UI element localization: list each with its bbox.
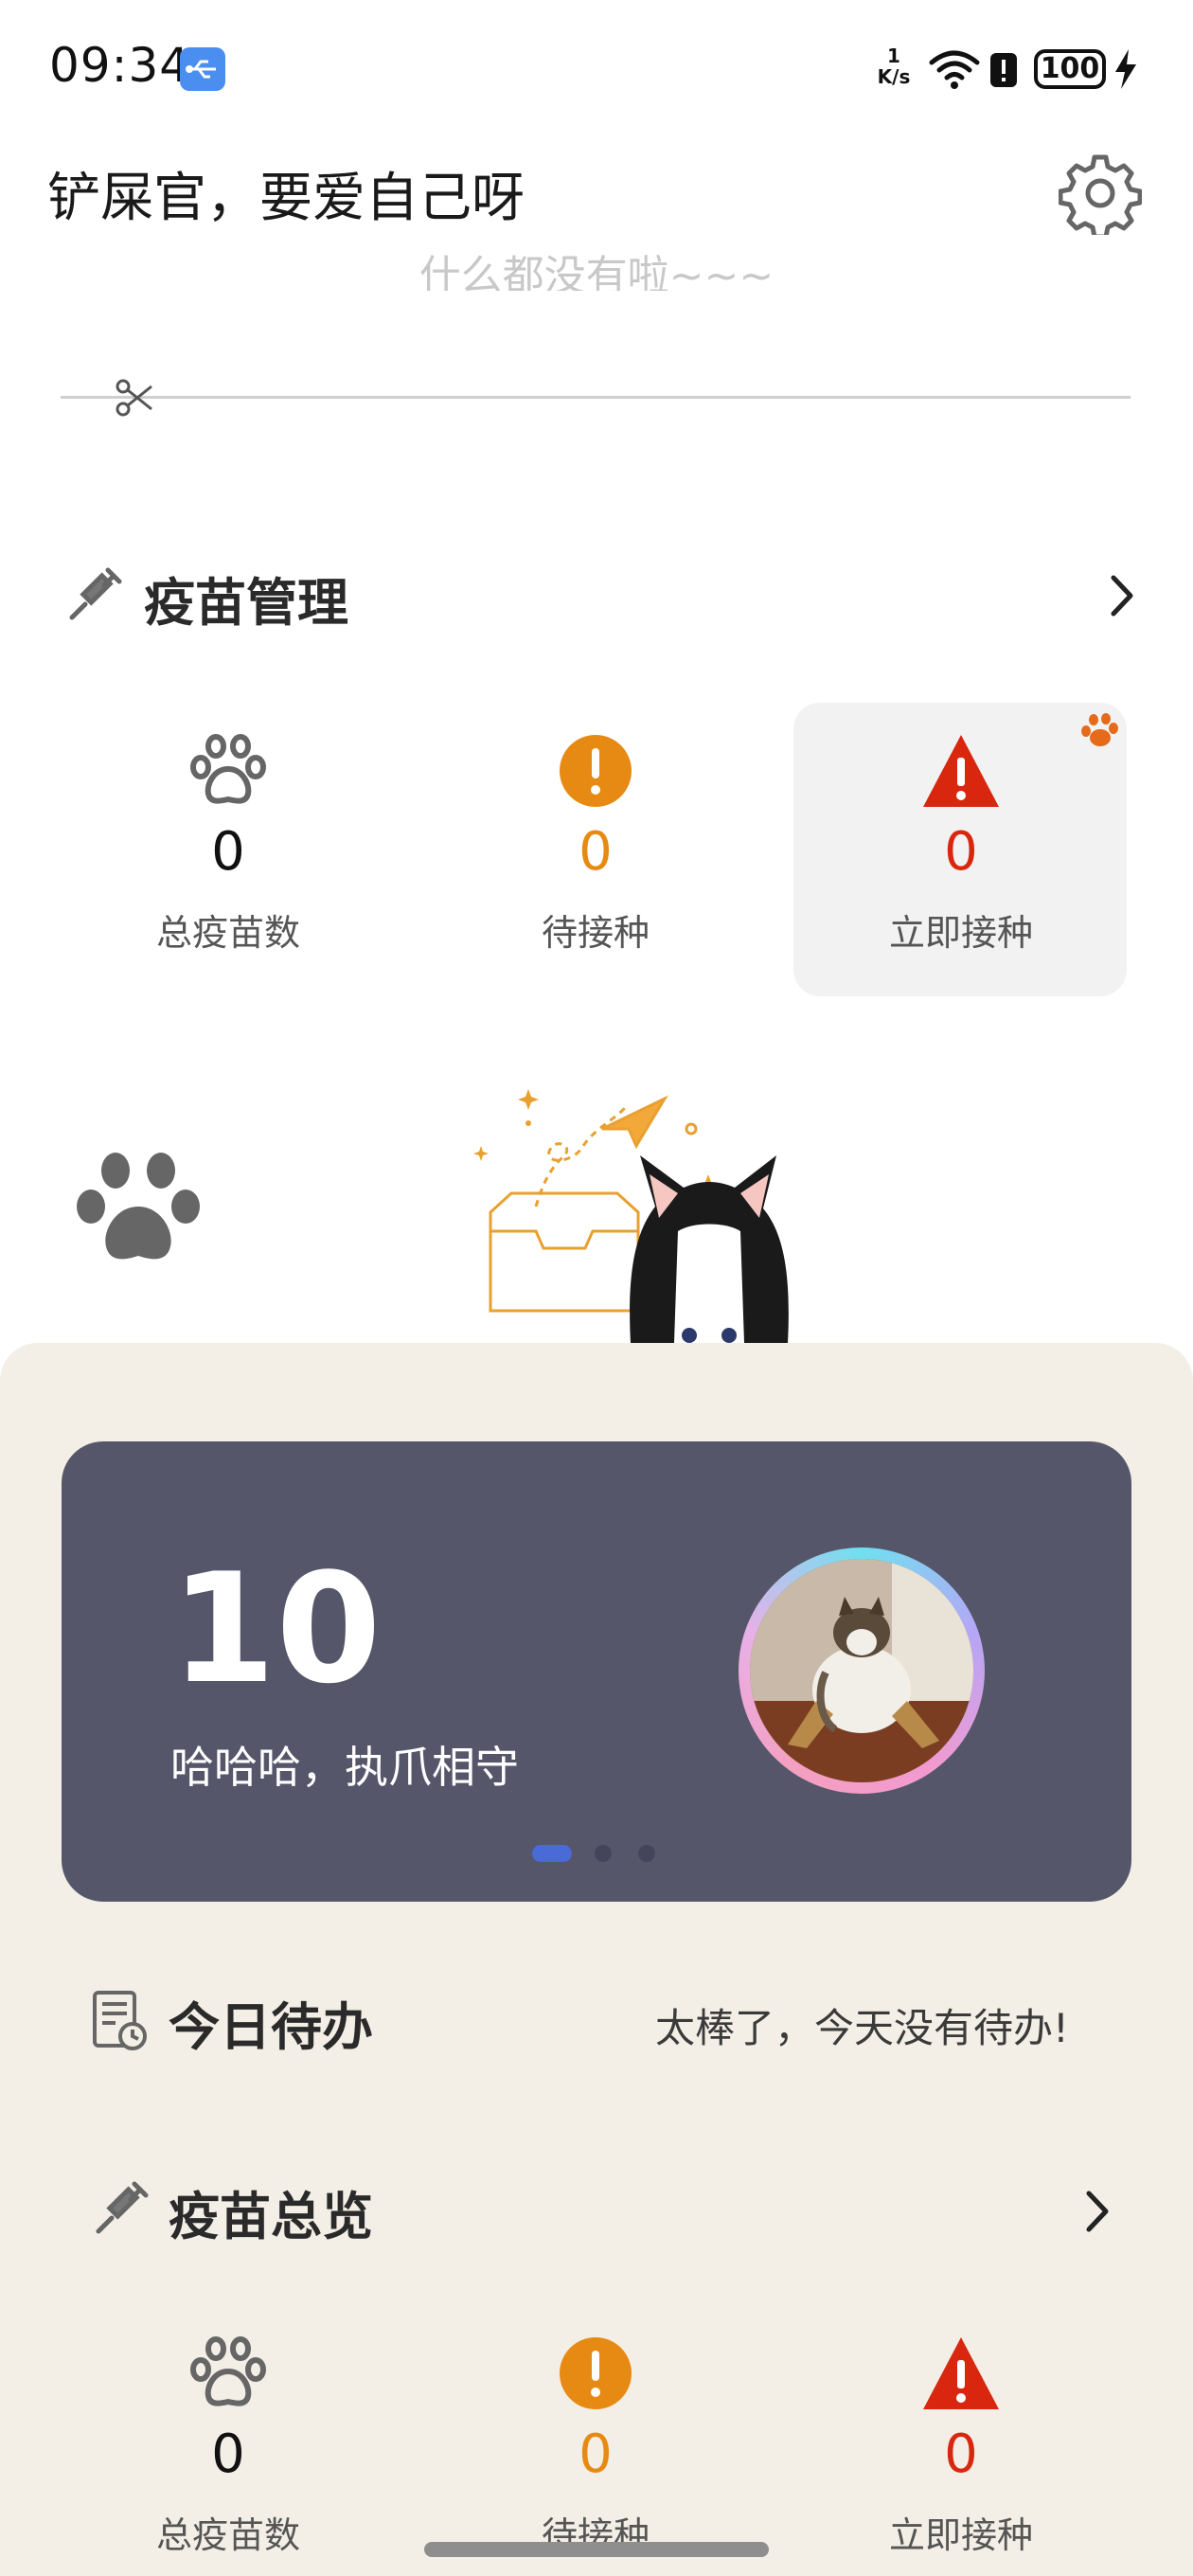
exclamation-circle-icon xyxy=(560,2337,632,2409)
stat-value: 0 xyxy=(579,821,613,883)
overview-pending-vaccines[interactable]: 0 待接种 xyxy=(430,2335,761,2558)
todo-empty-message: 太棒了，今天没有待办! xyxy=(655,2005,1069,2051)
syringe-icon xyxy=(93,2178,151,2241)
page-title: 铲屎官，要爱自己呀 xyxy=(47,168,525,229)
empty-box-illustration xyxy=(470,1080,848,1358)
battery-indicator: 100 xyxy=(1034,49,1106,89)
gear-icon[interactable] xyxy=(1058,152,1143,240)
section-title-vaccine-management: 疫苗管理 xyxy=(144,573,348,633)
carousel-dot-active[interactable] xyxy=(532,1845,572,1862)
notification-alert-icon xyxy=(988,51,1019,93)
chevron-right-icon[interactable] xyxy=(1108,574,1136,621)
stat-urgent-vaccines[interactable]: 0 立即接种 xyxy=(795,733,1127,956)
network-speed: 1 K/s xyxy=(873,45,915,87)
stat-label: 立即接种 xyxy=(888,912,1033,954)
exclamation-circle-icon xyxy=(560,735,632,807)
overview-total-vaccines[interactable]: 0 总疫苗数 xyxy=(62,2335,394,2558)
paw-icon xyxy=(70,1150,206,1280)
scissors-icon xyxy=(114,377,155,422)
stat-total-vaccines[interactable]: 0 总疫苗数 xyxy=(62,733,394,956)
warning-triangle-icon xyxy=(923,735,999,807)
stat-label: 总疫苗数 xyxy=(155,912,300,954)
chevron-right-icon[interactable] xyxy=(1083,2190,1112,2237)
network-speed-unit: K/s xyxy=(877,65,911,88)
paw-icon xyxy=(190,2336,266,2406)
overview-urgent-vaccines[interactable]: 0 立即接种 xyxy=(795,2335,1127,2558)
usb-icon xyxy=(180,47,225,91)
banner-days-count: 10 xyxy=(170,1540,382,1717)
stat-label: 待接种 xyxy=(541,912,650,954)
section-title-today-todo: 今日待办 xyxy=(169,1997,373,2057)
section-title-vaccine-overview: 疫苗总览 xyxy=(169,2187,373,2246)
divider xyxy=(61,396,1131,399)
carousel-dot[interactable] xyxy=(638,1845,655,1862)
syringe-icon xyxy=(66,564,125,627)
stat-label: 立即接种 xyxy=(888,2514,1033,2556)
status-time: 09:34 xyxy=(49,38,191,93)
stat-value: 0 xyxy=(211,821,245,883)
banner-caption: 哈哈哈，执爪相守 xyxy=(170,1742,519,1793)
network-speed-value: 1 xyxy=(887,45,900,67)
paw-icon xyxy=(190,734,266,804)
stat-value: 0 xyxy=(211,2424,245,2485)
warning-triangle-icon xyxy=(923,2337,999,2409)
wifi-icon xyxy=(928,49,981,95)
home-indicator[interactable] xyxy=(424,2542,769,2557)
todo-list-icon xyxy=(91,1989,150,2055)
stat-value: 0 xyxy=(579,2424,613,2485)
stat-label: 总疫苗数 xyxy=(155,2514,300,2556)
empty-notice: 什么都没有啦~~~ xyxy=(418,252,775,291)
stat-value: 0 xyxy=(944,2424,978,2485)
stat-pending-vaccines[interactable]: 0 待接种 xyxy=(430,733,761,956)
stat-value: 0 xyxy=(944,821,978,883)
pet-avatar[interactable] xyxy=(750,1559,973,1782)
charging-icon xyxy=(1113,49,1138,93)
carousel-dot[interactable] xyxy=(595,1845,612,1862)
